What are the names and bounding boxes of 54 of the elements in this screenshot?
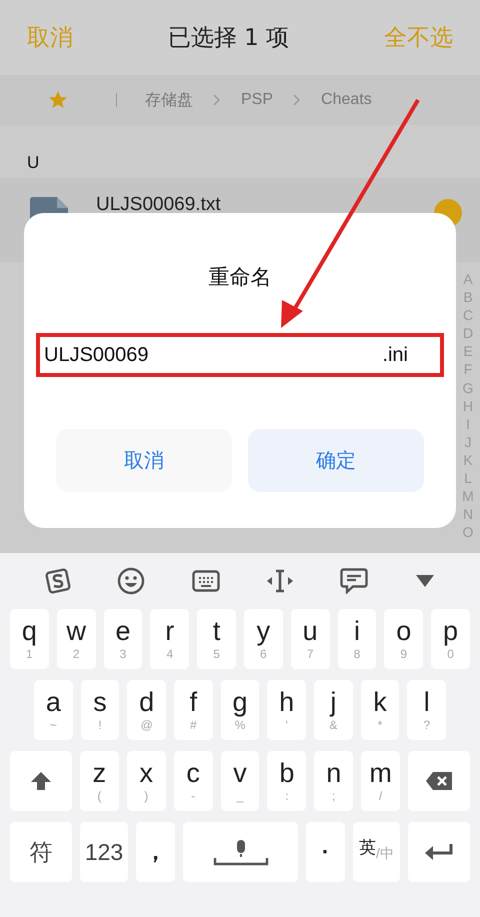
keyboard-icon[interactable] [192,570,220,592]
shift-arrow-icon [30,770,52,792]
letter-key[interactable]: x ) [126,751,166,811]
letter-key[interactable]: i 8 [338,609,376,669]
letter-key[interactable]: g % [220,680,260,740]
emoji-icon[interactable] [117,567,146,595]
letter-key[interactable]: o 9 [384,609,424,669]
comma-key[interactable]: ， [136,822,175,882]
letter-key[interactable]: p 0 [431,609,470,669]
cancel-button[interactable]: 取消 [56,429,232,492]
shift-key[interactable] [10,751,72,811]
numbers-key[interactable]: 123 [80,822,128,882]
letter-key[interactable]: w 2 [56,609,96,669]
backspace-key[interactable] [408,751,470,811]
chat-icon[interactable] [340,568,368,594]
microphone-icon [212,840,268,866]
letter-key[interactable]: s ! [80,680,120,740]
logo-icon[interactable] [45,568,72,594]
letter-key[interactable]: a ~ [34,680,73,740]
confirm-button[interactable]: 确定 [248,429,424,492]
letter-key[interactable]: q 1 [10,609,49,669]
rename-field[interactable]: ULJS00069 .ini [36,333,444,377]
period-key[interactable]: · [306,822,345,882]
letter-key[interactable]: m / [361,751,400,811]
backspace-icon [425,771,454,791]
symbol-key[interactable]: 符 [10,822,72,882]
chevron-icon [213,94,221,106]
enter-arrow-icon [424,843,454,861]
letter-key[interactable]: k * [360,680,400,740]
section-label: U [26,152,40,174]
letter-key[interactable]: c - [174,751,213,811]
dropdown-icon[interactable] [414,574,435,588]
letter-key[interactable]: d @ [127,680,166,740]
letter-key[interactable]: f # [174,680,213,740]
letter-key[interactable]: j & [314,680,353,740]
enter-key[interactable] [408,822,470,882]
file-name: ULJS00069.txt [96,195,222,215]
star-icon[interactable] [48,90,68,110]
letter-key[interactable]: n ; [314,751,354,811]
letter-key[interactable]: z ( [80,751,119,811]
chevron-icon [293,94,302,106]
letter-key[interactable]: e 3 [104,609,142,669]
letter-key[interactable]: h ' [267,680,306,740]
letter-key[interactable]: y 6 [244,609,283,669]
selection-title: 已选择 1 项 [168,24,290,53]
cursor-move-icon[interactable] [266,569,294,593]
letter-key[interactable]: b : [267,751,306,811]
letter-key[interactable]: v _ [220,751,260,811]
letter-key[interactable]: l ? [407,680,446,740]
letter-key[interactable]: r 4 [150,609,190,669]
letter-key[interactable]: t 5 [197,609,236,669]
dialog-title: 重命名 [208,264,272,291]
letter-key[interactable]: u 7 [290,609,330,669]
space-key[interactable] [183,822,298,882]
